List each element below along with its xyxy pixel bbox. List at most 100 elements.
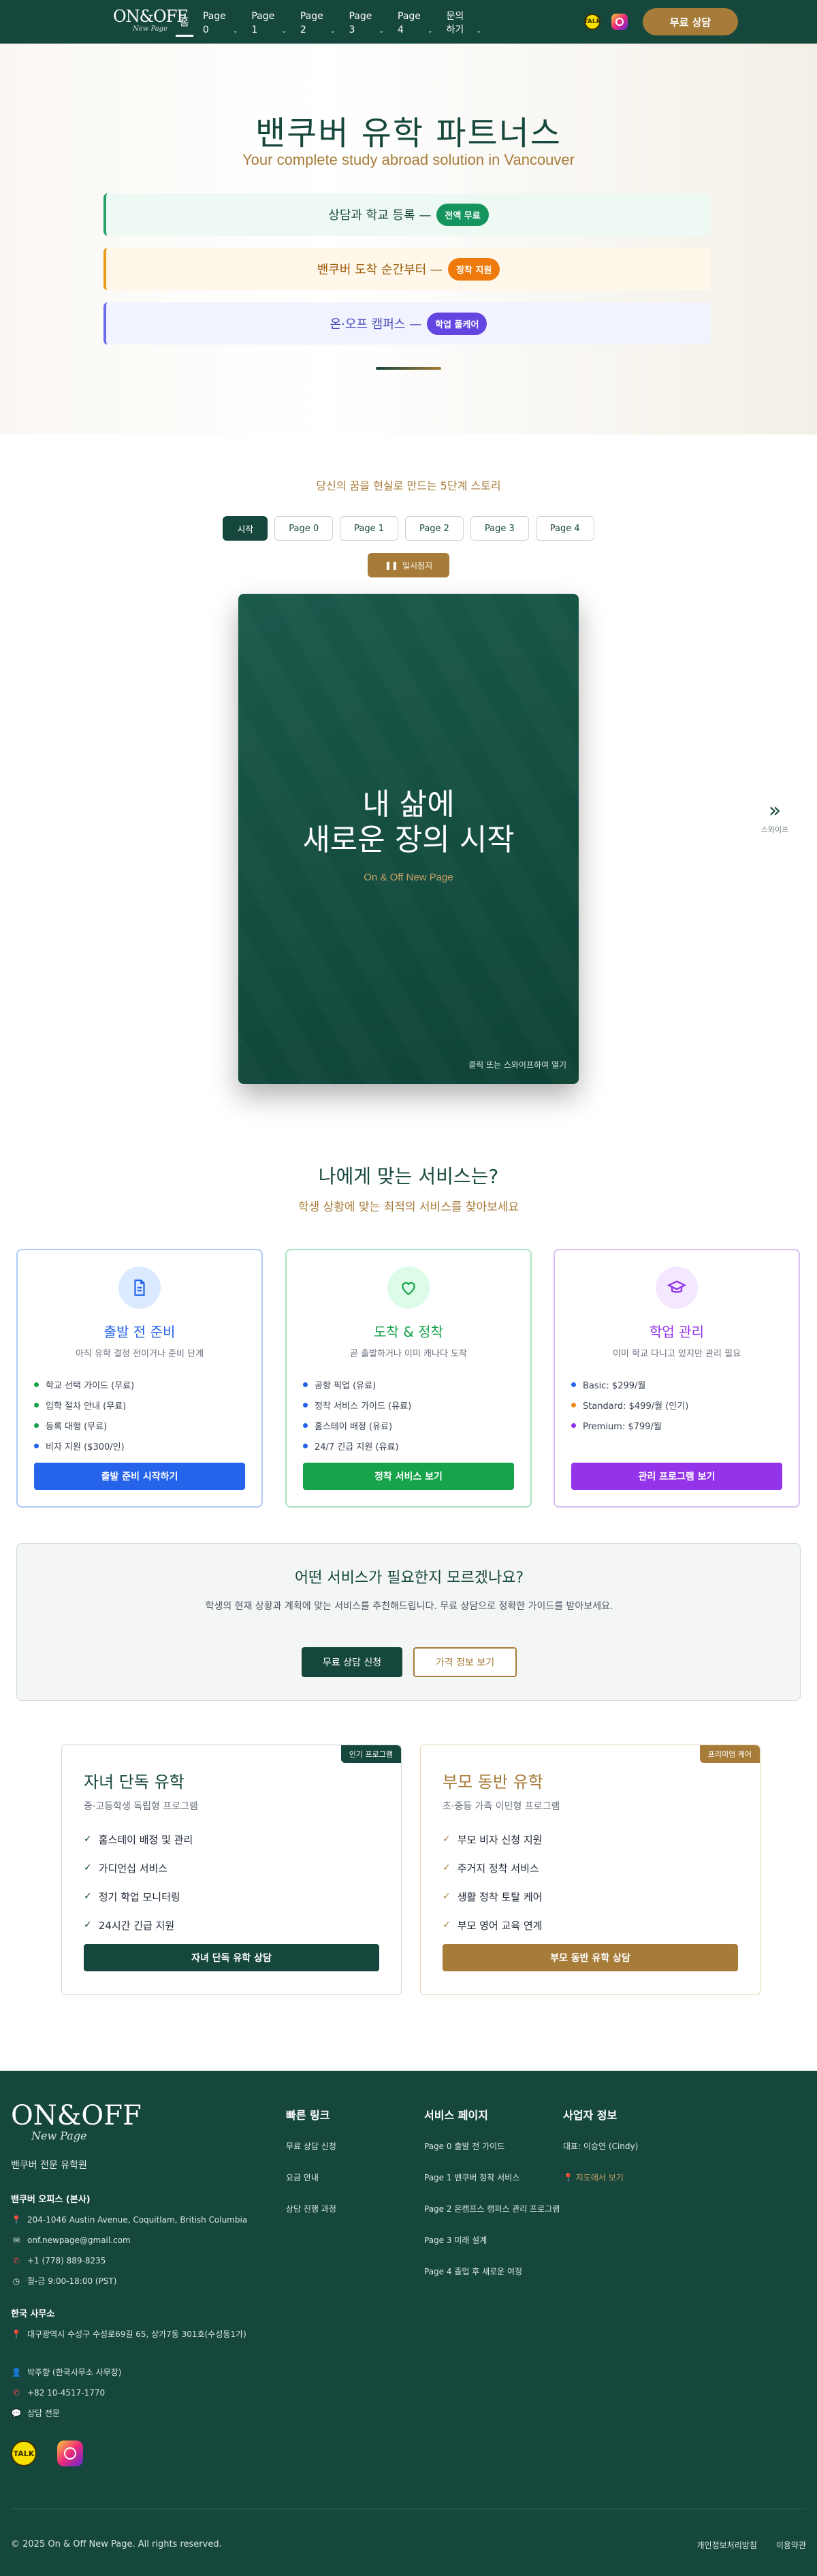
double-chevron-right-icon: » [768, 799, 782, 823]
page-tab-3[interactable]: Page 3 [470, 516, 529, 541]
list-item: 홈스테이 배정 (유료) [303, 1415, 514, 1435]
nav-page-4[interactable]: Page 4 ⌄ [391, 7, 440, 38]
footer-social: TALK [11, 2440, 83, 2466]
korea-office-heading: 한국 사무소 [11, 2309, 55, 2319]
instagram-icon[interactable] [611, 14, 628, 30]
site-header: ON&OFF New Page 홈 Page 0 ⌄ Page 1 ⌄ Page 2… [0, 0, 817, 44]
list-item: 입학 절차 안내 (무료) [34, 1395, 245, 1415]
footer-quick-links: 빠른 링크 무료 상담 신청 요금 안내 상담 진행 과정 [286, 2106, 336, 2234]
map-link[interactable]: 📍 지도에서 보기 [563, 2172, 638, 2203]
services-subtitle: 학생 상황에 맞는 최적의 서비스를 찾아보세요 [298, 1200, 519, 1214]
card-title: 출발 전 준비 [103, 1324, 176, 1340]
recommend-title: 어떤 서비스가 필요한지 모르겠나요? [294, 1570, 524, 1587]
page-tab-4[interactable]: Page 4 [535, 516, 594, 541]
check-icon: ✓ [84, 1891, 92, 1902]
chevron-down-icon: ⌄ [476, 28, 482, 35]
footer-link[interactable]: Page 3 미래 설계 [424, 2234, 560, 2265]
free-consult-apply-button[interactable]: 무료 상담 신청 [302, 1647, 402, 1677]
main-nav: 홈 Page 0 ⌄ Page 1 ⌄ Page 2 ⌄ Page 3 ⌄ Page 4… [173, 7, 488, 38]
service-card-departure: 출발 전 준비 아직 유학 결정 전이거나 준비 단계 학교 선택 가이드 (무… [16, 1249, 263, 1508]
chat-icon: 💬 [11, 2408, 22, 2418]
check-icon: ✓ [84, 1920, 92, 1930]
pause-icon: ❚❚ [384, 560, 398, 570]
swipe-next[interactable]: » 스와이프 [756, 801, 794, 835]
list-item: ✓ 24시간 긴급 지원 [84, 1919, 175, 1932]
vancouver-address: 📍 204-1046 Austin Avenue, Coquitlam, Brit… [11, 2215, 248, 2225]
management-program-button[interactable]: 관리 프로그램 보기 [571, 1463, 782, 1490]
kakaotalk-icon[interactable]: TALK [583, 14, 601, 30]
pause-button[interactable]: ❚❚ 일시정지 [368, 553, 449, 577]
nav-label: Page 0 [202, 11, 226, 35]
site-footer: ON&OFF New Page 밴쿠버 전문 유학원 밴쿠버 오피스 (본사) … [0, 2071, 817, 2576]
terms-link[interactable]: 이용약관 [776, 2539, 806, 2551]
footer-link[interactable]: 요금 안내 [286, 2172, 336, 2203]
story-page-tabs: 시작 Page 0 Page 1 Page 2 Page 3 Page 4 [0, 516, 817, 541]
page-tab-2[interactable]: Page 2 [405, 516, 464, 541]
graduation-cap-icon [656, 1267, 698, 1309]
card-desc: 아직 유학 결정 전이거나 준비 단계 [75, 1349, 204, 1359]
program-card-solo: 인기 프로그램 자녀 단독 유학 중·고등학생 독립형 프로그램 ✓ 홈스테이 배… [61, 1745, 402, 1995]
solo-consult-button[interactable]: 자녀 단독 유학 상담 [84, 1944, 379, 1971]
story-slide[interactable]: 내 삶에 새로운 장의 시작 On & Off New Page 클릭 또는 스… [238, 594, 579, 1084]
business-info-heading: 사업자 정보 [563, 2109, 618, 2122]
vancouver-email[interactable]: ✉ onf.newpage@gmail.com [11, 2234, 256, 2246]
slide-hint: 클릭 또는 스와이프하여 열기 [468, 1060, 566, 1070]
footer-logo[interactable]: ON&OFF New Page [11, 2102, 142, 2142]
kakaotalk-icon[interactable]: TALK [11, 2440, 37, 2466]
settlement-service-button[interactable]: 정착 서비스 보기 [303, 1463, 514, 1490]
footer-link[interactable]: Page 2 온캠프스 캠퍼스 관리 프로그램 [424, 2203, 560, 2234]
card-title: 도착 & 정착 [374, 1324, 443, 1340]
hero-feature-settle: 밴쿠버 도착 순간부터 — 정착 지원 [103, 248, 711, 290]
footer-link[interactable]: 상담 진행 과정 [286, 2203, 336, 2234]
footer-link[interactable]: Page 1 밴쿠버 정착 서비스 [424, 2172, 560, 2203]
copyright: © 2025 On & Off New Page. All rights res… [11, 2539, 222, 2549]
social-links: TALK [583, 14, 628, 30]
list-item: ✓ 부모 영어 교육 연계 [443, 1919, 543, 1932]
free-consult-button[interactable]: 무료 상담 [643, 8, 738, 35]
page-tab-1[interactable]: Page 1 [340, 516, 399, 541]
korea-address: 📍 대구광역시 수성구 수성로69길 65, 상가7동 301호(수성동1가) [11, 2329, 246, 2339]
service-card-arrival: 도착 & 정착 곧 출발하거나 이미 캐나다 도착 공항 픽업 (유료) 정착 … [285, 1249, 532, 1508]
pin-icon: 📍 [11, 2215, 22, 2225]
hero-section: 밴쿠버 유학 파트너스 Your complete study abroad s… [0, 44, 817, 434]
list-item: 공항 픽업 (유료) [303, 1374, 514, 1395]
start-departure-button[interactable]: 출발 준비 시작하기 [34, 1463, 245, 1490]
document-icon [118, 1267, 161, 1309]
program-features: ✓ 홈스테이 배정 및 관리 ✓ 가디언십 서비스 ✓ 정기 학업 모니터링 ✓ 24시… [84, 1825, 379, 1939]
hero-feature-text: 밴쿠버 도착 순간부터 — [317, 263, 443, 277]
hero-feature-care: 온·오프 캠퍼스 — 학업 풀케어 [103, 302, 711, 345]
family-consult-button[interactable]: 부모 동반 유학 상담 [443, 1944, 738, 1971]
footer-link[interactable]: Page 4 졸업 후 새로운 여정 [424, 2265, 560, 2297]
price-info-button[interactable]: 가격 정보 보기 [413, 1647, 517, 1677]
nav-page-2[interactable]: Page 2 ⌄ [293, 7, 342, 38]
service-recommend-box: 어떤 서비스가 필요한지 모르겠나요? 학생의 현재 상황과 계획에 맞는 서비… [16, 1543, 801, 1701]
nav-home[interactable]: 홈 [173, 7, 196, 38]
hero-feature-badge: 정착 지원 [447, 257, 500, 281]
korea-phone[interactable]: ✆ +82 10-4517-1770 [11, 2387, 256, 2399]
card-features: Basic: $299/월 Standard: $499/월 (인기) Prem… [571, 1374, 782, 1435]
privacy-link[interactable]: 개인정보처리방침 [697, 2539, 757, 2551]
nav-page-0[interactable]: Page 0 ⌄ [196, 7, 245, 38]
page-tab-0[interactable]: Page 0 [274, 516, 334, 541]
nav-contact[interactable]: 문의 하기 ⌄ [440, 7, 489, 38]
hero-feature-badge: 전액 무료 [436, 203, 489, 226]
services-title: 나에게 맞는 서비스는? [318, 1165, 499, 1188]
page-tab-start[interactable]: 시작 [223, 516, 268, 541]
nav-page-1[interactable]: Page 1 ⌄ [244, 7, 293, 38]
vancouver-phone[interactable]: ✆ +1 (778) 889-8235 [11, 2255, 256, 2267]
nav-label: Page 3 [349, 11, 372, 35]
slide-brand: On & Off New Page [364, 872, 453, 883]
check-icon: ✓ [84, 1862, 92, 1873]
footer-link[interactable]: Page 0 출발 전 가이드 [424, 2140, 560, 2172]
program-title: 부모 동반 유학 [443, 1772, 543, 1792]
list-item: ✓ 홈스테이 배정 및 관리 [84, 1833, 193, 1846]
check-icon: ✓ [443, 1862, 451, 1873]
pin-icon: 📍 [563, 2173, 573, 2182]
hero-feature-badge: 학업 풀케어 [427, 312, 487, 335]
instagram-icon[interactable] [57, 2440, 83, 2466]
footer-link[interactable]: 무료 상담 신청 [286, 2140, 336, 2172]
list-item: ✓ 주거지 정착 서비스 [443, 1862, 539, 1875]
nav-page-3[interactable]: Page 3 ⌄ [342, 7, 391, 38]
program-card-family: 프리미엄 케어 부모 동반 유학 초·중등 가족 이민형 프로그램 ✓ 부모 비자… [420, 1745, 760, 1995]
list-item: 학교 선택 가이드 (무료) [34, 1374, 245, 1395]
